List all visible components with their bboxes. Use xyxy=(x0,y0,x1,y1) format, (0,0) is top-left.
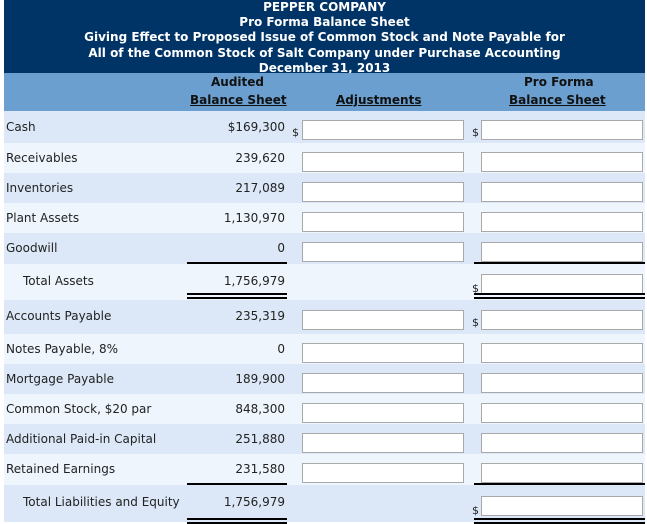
row-total-liabilities-equity: Total Liabilities and Equity 1,756,979 $ xyxy=(4,485,645,524)
proforma-input-cash[interactable] xyxy=(481,120,643,140)
adjustment-input-additional-paid-in-capital[interactable] xyxy=(302,433,464,453)
row-common-stock: Common Stock, $20 par 848,300 xyxy=(4,394,645,424)
row-label: Mortgage Payable xyxy=(6,372,114,386)
audited-value: 189,900 xyxy=(235,372,285,386)
proforma-input-receivables[interactable] xyxy=(481,152,643,172)
row-label: Inventories xyxy=(6,181,74,195)
row-inventories: Inventories 217,089 xyxy=(4,173,645,203)
row-label: Goodwill xyxy=(6,241,58,255)
proforma-header-top: Pro Forma xyxy=(524,75,594,89)
total-double-line xyxy=(187,293,287,299)
audited-header-bottom: Balance Sheet xyxy=(190,93,287,107)
dollar-sign: $ xyxy=(472,126,479,139)
row-receivables: Receivables 239,620 xyxy=(4,143,645,173)
adjustment-input-accounts-payable[interactable] xyxy=(302,310,464,330)
statement-subtitle-2: All of the Common Stock of Salt Company … xyxy=(88,45,561,60)
audited-value: 239,620 xyxy=(235,151,285,165)
statement-subtitle-1: Giving Effect to Proposed Issue of Commo… xyxy=(84,30,565,45)
audited-value: 0 xyxy=(277,342,285,356)
adjustment-input-inventories[interactable] xyxy=(302,182,464,202)
row-label: Accounts Payable xyxy=(6,309,112,323)
adjustment-input-common-stock[interactable] xyxy=(302,403,464,423)
proforma-input-additional-paid-in-capital[interactable] xyxy=(481,433,643,453)
statement-title: Pro Forma Balance Sheet xyxy=(239,15,410,30)
row-plant-assets: Plant Assets 1,130,970 xyxy=(4,203,645,233)
row-notes-payable: Notes Payable, 8% 0 xyxy=(4,334,645,364)
statement-header: PEPPER COMPANY Pro Forma Balance Sheet G… xyxy=(4,0,645,75)
audited-value: 1,756,979 xyxy=(223,495,285,509)
row-label: Receivables xyxy=(6,151,78,165)
proforma-input-inventories[interactable] xyxy=(481,182,643,202)
column-headers: Audited Balance Sheet Adjustments Pro Fo… xyxy=(4,73,645,111)
pro-forma-balance-sheet: PEPPER COMPANY Pro Forma Balance Sheet G… xyxy=(4,0,645,524)
row-mortgage-payable: Mortgage Payable 189,900 xyxy=(4,364,645,394)
audited-value: 251,880 xyxy=(235,432,285,446)
audited-value: 848,300 xyxy=(235,402,285,416)
total-double-line xyxy=(474,518,645,524)
dollar-sign: $ xyxy=(472,316,479,329)
audited-value: 1,756,979 xyxy=(223,274,285,288)
adjustment-input-mortgage-payable[interactable] xyxy=(302,373,464,393)
row-label: Total Assets xyxy=(23,274,94,288)
proforma-input-plant-assets[interactable] xyxy=(481,212,643,232)
proforma-input-mortgage-payable[interactable] xyxy=(481,373,643,393)
total-double-line xyxy=(474,293,645,299)
proforma-input-total-assets[interactable] xyxy=(481,274,643,294)
adjustment-input-goodwill[interactable] xyxy=(302,242,464,262)
row-label: Retained Earnings xyxy=(6,462,116,476)
company-name: PEPPER COMPANY xyxy=(263,0,386,14)
row-accounts-payable: Accounts Payable 235,319 $ xyxy=(4,300,645,334)
row-label: Additional Paid-in Capital xyxy=(6,432,157,446)
row-cash: Cash $169,300 $ $ xyxy=(4,111,645,143)
audited-value: 231,580 xyxy=(235,462,285,476)
row-label: Cash xyxy=(6,120,36,134)
proforma-input-accounts-payable[interactable] xyxy=(481,310,643,330)
proforma-input-retained-earnings[interactable] xyxy=(481,463,643,483)
audited-value: 235,319 xyxy=(235,309,285,323)
proforma-input-common-stock[interactable] xyxy=(481,403,643,423)
audited-value: 217,089 xyxy=(235,181,285,195)
proforma-input-goodwill[interactable] xyxy=(481,242,643,262)
row-additional-paid-in-capital: Additional Paid-in Capital 251,880 xyxy=(4,424,645,454)
dollar-sign: $ xyxy=(472,504,479,517)
row-label: Plant Assets xyxy=(6,211,80,225)
row-total-assets: Total Assets 1,756,979 $ xyxy=(4,264,645,300)
row-label: Notes Payable, 8% xyxy=(6,342,118,356)
adjustment-input-plant-assets[interactable] xyxy=(302,212,464,232)
total-double-line xyxy=(187,518,287,524)
row-goodwill: Goodwill 0 xyxy=(4,233,645,264)
proforma-input-total-liabilities-equity[interactable] xyxy=(481,496,643,516)
proforma-header-bottom: Balance Sheet xyxy=(509,93,606,107)
audited-value: 0 xyxy=(277,241,285,255)
audited-header-top: Audited xyxy=(211,75,264,89)
adjustments-header: Adjustments xyxy=(336,93,422,107)
row-label: Total Liabilities and Equity xyxy=(23,495,180,509)
row-retained-earnings: Retained Earnings 231,580 xyxy=(4,454,645,485)
proforma-input-notes-payable[interactable] xyxy=(481,343,643,363)
adjustment-input-notes-payable[interactable] xyxy=(302,343,464,363)
adjustment-input-receivables[interactable] xyxy=(302,152,464,172)
audited-value: $169,300 xyxy=(227,120,285,134)
audited-value: 1,130,970 xyxy=(223,211,285,225)
adjustment-input-cash[interactable] xyxy=(302,120,464,140)
adjustment-input-retained-earnings[interactable] xyxy=(302,463,464,483)
dollar-sign: $ xyxy=(292,126,299,139)
row-label: Common Stock, $20 par xyxy=(6,402,152,416)
